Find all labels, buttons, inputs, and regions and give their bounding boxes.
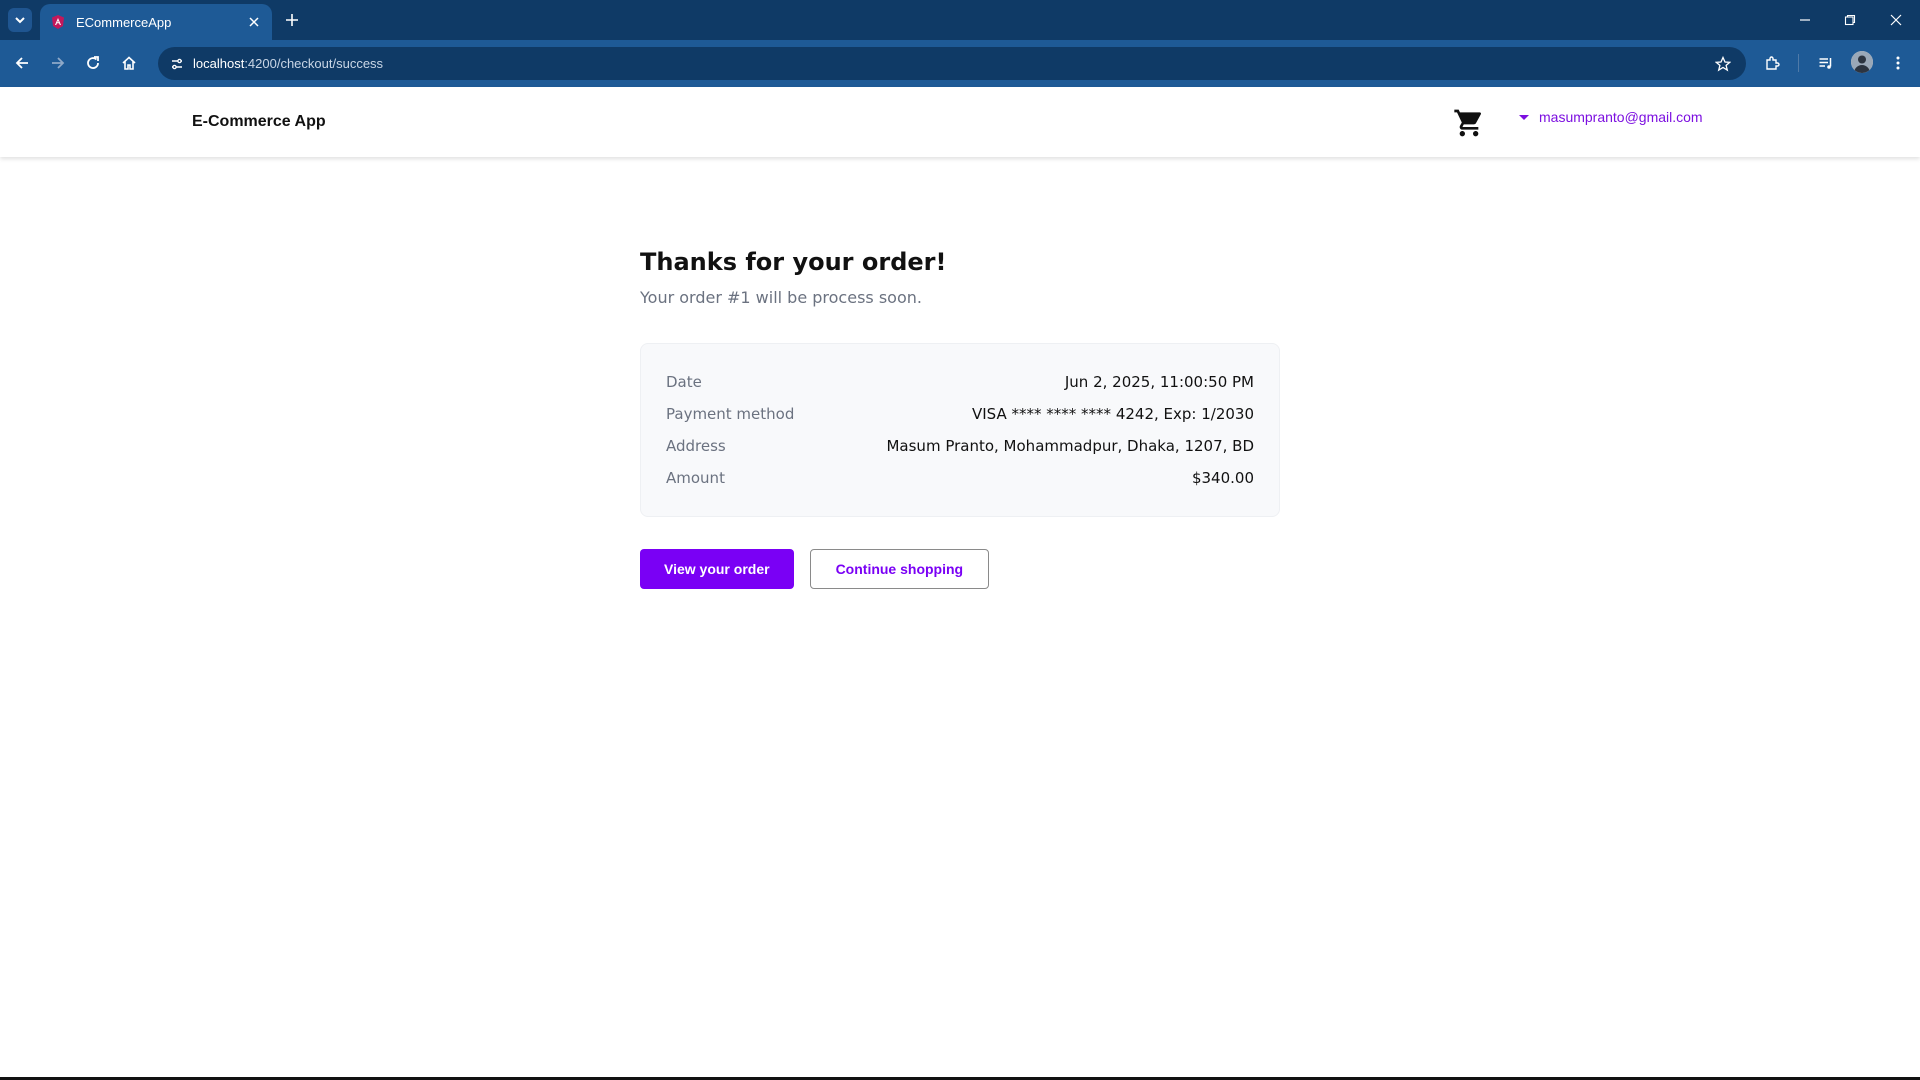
reload-icon[interactable] xyxy=(82,52,104,74)
tab-active[interactable]: ECommerceApp xyxy=(40,4,272,40)
tab-search-button[interactable] xyxy=(8,8,32,32)
close-window-icon[interactable] xyxy=(1884,8,1908,32)
caret-down-icon xyxy=(1519,114,1529,120)
new-tab-plus-icon[interactable] xyxy=(282,10,302,30)
user-email: masumpranto@gmail.com xyxy=(1539,109,1703,125)
address-bar[interactable]: localhost:4200/checkout/success xyxy=(158,47,1746,80)
browser-chrome: ECommerceApp localhost:4200/checkout/suc… xyxy=(0,0,1920,87)
restore-icon[interactable] xyxy=(1838,8,1862,32)
forward-arrow-icon[interactable] xyxy=(47,52,69,74)
close-tab-icon[interactable] xyxy=(246,14,262,30)
more-options-icon[interactable] xyxy=(1887,52,1909,74)
summary-label: Address xyxy=(666,437,726,455)
summary-row-date: Date Jun 2, 2025, 11:00:50 PM xyxy=(666,366,1254,398)
order-summary-card: Date Jun 2, 2025, 11:00:50 PM Payment me… xyxy=(640,343,1280,517)
app-header: E-Commerce App masumpranto@gmail.com xyxy=(0,87,1920,157)
bookmark-star-icon[interactable] xyxy=(1712,53,1734,75)
site-info-icon[interactable] xyxy=(166,53,188,75)
summary-value: $340.00 xyxy=(1191,469,1254,487)
brand-logo-text[interactable]: E-Commerce App xyxy=(192,113,326,131)
url-path: :4200/checkout/success xyxy=(244,56,384,71)
continue-shopping-button[interactable]: Continue shopping xyxy=(809,549,990,589)
order-status-message: Your order #1 will be process soon. xyxy=(640,288,922,307)
extensions-puzzle-icon[interactable] xyxy=(1761,52,1783,74)
summary-row-address: Address Masum Pranto, Mohammadpur, Dhaka… xyxy=(666,430,1254,462)
view-order-button[interactable]: View your order xyxy=(640,549,794,589)
chevron-down-icon xyxy=(15,17,25,24)
url-text: localhost:4200/checkout/success xyxy=(193,56,383,71)
summary-row-payment-method: Payment method VISA **** **** **** 4242,… xyxy=(666,398,1254,430)
minimize-icon[interactable] xyxy=(1793,8,1817,32)
summary-label: Payment method xyxy=(666,405,795,423)
tab-strip: ECommerceApp xyxy=(0,0,1920,40)
summary-label: Date xyxy=(666,373,702,391)
profile-avatar[interactable] xyxy=(1851,51,1873,73)
url-host: localhost xyxy=(193,56,245,71)
toolbar-separator xyxy=(1798,54,1799,72)
user-menu[interactable]: masumpranto@gmail.com xyxy=(1519,109,1703,125)
media-queue-icon[interactable] xyxy=(1815,52,1837,74)
summary-value: Masum Pranto, Mohammadpur, Dhaka, 1207, … xyxy=(886,437,1254,455)
summary-value: VISA **** **** **** 4242, Exp: 1/2030 xyxy=(972,405,1254,423)
checkout-success: Thanks for your order! Your order #1 wil… xyxy=(640,248,1280,589)
order-actions: View your order Continue shopping xyxy=(640,549,1280,589)
summary-row-amount: Amount $340.00 xyxy=(666,462,1254,494)
home-icon[interactable] xyxy=(118,52,140,74)
angular-favicon-icon xyxy=(52,15,64,29)
summary-label: Amount xyxy=(666,469,725,487)
page-title: Thanks for your order! xyxy=(640,248,947,276)
back-arrow-icon[interactable] xyxy=(11,52,33,74)
browser-toolbar: localhost:4200/checkout/success xyxy=(0,40,1920,87)
tab-title: ECommerceApp xyxy=(76,14,172,30)
shopping-cart-icon[interactable] xyxy=(1453,107,1485,139)
summary-value: Jun 2, 2025, 11:00:50 PM xyxy=(1064,373,1254,391)
